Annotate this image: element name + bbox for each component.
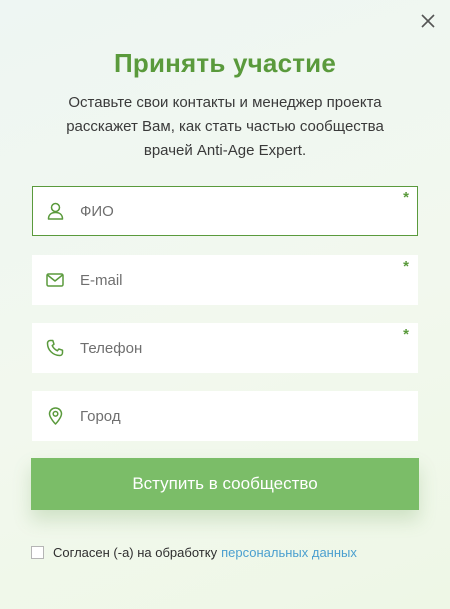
full-name-input[interactable] [80, 187, 400, 235]
personal-data-link[interactable]: персональных данных [221, 545, 357, 560]
modal-description: Оставьте свои контакты и менеджер проект… [66, 94, 384, 159]
email-field[interactable]: * [32, 255, 418, 305]
phone-field[interactable]: * [32, 323, 418, 373]
close-icon [421, 14, 435, 28]
required-marker: * [403, 189, 409, 206]
city-input[interactable] [80, 392, 400, 440]
modal-title: Принять участие [113, 48, 337, 78]
full-name-field[interactable]: * [32, 186, 418, 236]
phone-input[interactable] [80, 324, 400, 372]
required-marker: * [403, 326, 409, 343]
consent-checkbox[interactable] [31, 545, 44, 559]
consent-text: Согласен (-а) на обработку [53, 544, 218, 560]
email-input[interactable] [80, 256, 400, 304]
user-icon [46, 202, 64, 220]
location-pin-icon [46, 407, 64, 425]
city-field[interactable] [32, 391, 418, 441]
consent-row: Согласен (-а) на обработку персональных … [31, 544, 357, 560]
phone-icon [46, 339, 64, 357]
join-community-button[interactable]: Вступить в сообщество [31, 458, 419, 510]
close-button[interactable] [418, 11, 438, 31]
required-marker: * [403, 258, 409, 275]
mail-icon [46, 271, 64, 289]
